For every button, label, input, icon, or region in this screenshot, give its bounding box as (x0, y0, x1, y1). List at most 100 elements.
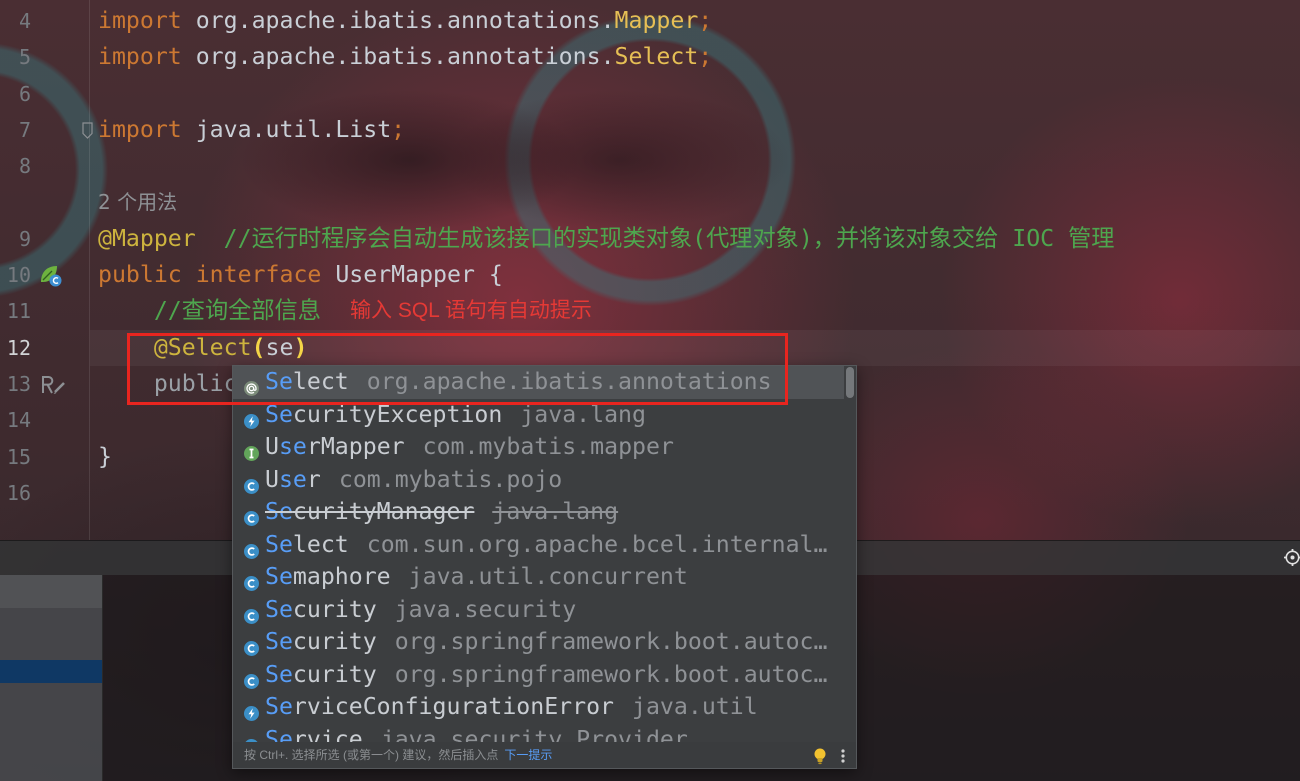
completion-item-package: com.mybatis.pojo (338, 465, 563, 493)
rename-refactoring-icon[interactable] (40, 373, 68, 397)
line-code: import java.util.List; (98, 112, 405, 148)
completion-item-name-match: Se (265, 660, 293, 688)
completion-item-package: java.util.concurrent (408, 563, 688, 590)
completion-item-name: SecurityException java.lang (265, 399, 646, 432)
code-line[interactable]: 9 @Mapper //运行时程序会自动生成该接口的实现类对象(代理对象)，并将该… (0, 221, 1300, 257)
code-token: org.apache.ibatis.annotations. (181, 7, 615, 34)
code-token: } (98, 442, 112, 470)
gear-icon[interactable] (1283, 548, 1300, 567)
completion-item-name: Service java.security.Provider (265, 724, 688, 743)
line-number: 16 (6, 480, 31, 505)
completion-item-package: org.springframework.boot.autoc… (394, 660, 828, 688)
completion-item[interactable]: Security java.security (233, 594, 844, 627)
code-token: import (98, 43, 182, 71)
line-number: 11 (6, 299, 31, 324)
line-code: 2 个用法 (98, 184, 177, 220)
code-token: ) (293, 333, 308, 361)
completion-item-name-match: Se (265, 693, 293, 720)
completion-item-name-match: Se (265, 530, 293, 558)
red-annotation-note: 输入 SQL 语句有自动提示 (350, 299, 592, 322)
code-line[interactable]: 2 个用法 (0, 184, 1300, 220)
code-token: UserMapper { (321, 261, 503, 289)
next-tip-link[interactable]: 下一提示 (504, 748, 552, 762)
completion-item-name: Select com.sun.org.apache.bcel.internal… (265, 529, 827, 562)
completion-item-package: java.lang (520, 400, 646, 428)
completion-item-name-rest: lect (292, 530, 349, 558)
scrollbar-thumb[interactable] (846, 367, 854, 398)
usage-count-hint[interactable]: 2 个用法 (98, 190, 177, 214)
code-token: public interface (98, 261, 322, 289)
completion-item-name-match: se (278, 433, 307, 460)
line-number: 7 (18, 117, 31, 142)
tool-window-sidebar (0, 575, 103, 781)
class-icon (243, 602, 260, 624)
code-token: Mapper (614, 7, 699, 34)
completion-footer: 按 Ctrl+. 选择所选 (或第一个) 建议，然后插入点 下一提示 (233, 742, 856, 768)
code-token: Select (614, 43, 699, 71)
code-line[interactable]: 4 import org.apache.ibatis.annotations.Ma… (0, 3, 1300, 39)
code-line[interactable]: 6 (0, 76, 1300, 112)
line-number: 5 (18, 45, 31, 70)
code-line[interactable]: 10 public interface UserMapper { (0, 257, 1300, 293)
exception-class-icon (243, 407, 260, 429)
code-token: @Mapper (98, 224, 196, 252)
line-number: 12 (6, 335, 31, 360)
completion-item[interactable]: SecurityException java.lang (233, 399, 844, 432)
class-icon (243, 634, 260, 656)
completion-list[interactable]: Select org.apache.ibatis.annotations Secur… (233, 366, 856, 742)
interface-icon (243, 439, 260, 461)
line-code: public (98, 366, 238, 402)
line-code: @Select(se) (98, 330, 308, 366)
completion-popup[interactable]: Select org.apache.ibatis.annotations Secur… (232, 365, 857, 769)
completion-item-name-rest: r (306, 465, 321, 493)
class-icon (243, 732, 260, 742)
completion-item-name-match: Se (265, 628, 293, 655)
completion-item[interactable]: Semaphore java.util.concurrent (233, 561, 844, 594)
completion-item[interactable]: UserMapper com.mybatis.mapper (233, 431, 844, 464)
exception-class-icon (243, 699, 260, 721)
fold-marker-icon[interactable] (82, 122, 93, 139)
completion-item-name-prefix: U (265, 433, 279, 460)
code-token: //查询全部信息 (98, 297, 321, 325)
code-line[interactable]: 11 //查询全部信息 (0, 293, 1300, 329)
completion-item[interactable]: Security org.springframework.boot.autoc… (233, 626, 844, 659)
line-code: @Mapper //运行时程序会自动生成该接口的实现类对象(代理对象)，并将该对… (98, 221, 1114, 257)
code-token: import (98, 115, 182, 143)
code-token: org.apache.ibatis.annotations. (181, 43, 615, 71)
completion-item-package: com.sun.org.apache.bcel.internal… (366, 530, 828, 558)
line-number: 10 (6, 263, 31, 288)
code-line[interactable]: 7 import java.util.List; (0, 112, 1300, 148)
tool-window-sidebar-header (0, 575, 102, 608)
completion-item[interactable]: Service java.security.Provider (233, 724, 844, 743)
more-options-icon[interactable] (839, 747, 847, 765)
completion-item-name-match: Se (265, 400, 293, 428)
completion-item-name-match: Se (265, 368, 293, 395)
completion-item-name-match: Se (265, 595, 293, 623)
completion-item[interactable]: Select com.sun.org.apache.bcel.internal… (233, 529, 844, 562)
completion-item[interactable]: User com.mybatis.pojo (233, 464, 844, 497)
code-line[interactable]: 12 @Select(se) (0, 330, 1300, 366)
code-line[interactable]: 8 (0, 148, 1300, 184)
completion-item-name: Security org.springframework.boot.autoc… (265, 626, 827, 659)
lightbulb-icon[interactable] (812, 747, 828, 765)
line-number: 15 (6, 444, 31, 469)
completion-item-name: Security java.security (265, 594, 576, 627)
completion-item-name-rest: curityManager (292, 498, 475, 525)
completion-item-name-prefix: U (265, 465, 279, 493)
tool-window-selected-row[interactable] (0, 660, 102, 683)
completion-item-package: org.springframework.boot.autoc… (394, 628, 828, 655)
code-line[interactable]: 5 import org.apache.ibatis.annotations.Se… (0, 39, 1300, 75)
completion-item[interactable]: SecurityManager java.lang (233, 496, 844, 529)
completion-item[interactable]: Select org.apache.ibatis.annotations (233, 366, 844, 399)
completion-item-name-rest: maphore (292, 563, 391, 590)
completion-item-package: java.security (394, 595, 577, 623)
completion-scrollbar[interactable] (846, 367, 855, 741)
line-number: 9 (18, 226, 31, 251)
completion-item[interactable]: Security org.springframework.boot.autoc… (233, 659, 844, 692)
spring-bean-icon[interactable] (38, 263, 64, 289)
completion-item[interactable]: ServiceConfigurationError java.util (233, 691, 844, 724)
completion-item-name: SecurityManager java.lang (265, 496, 618, 529)
line-number: 6 (18, 81, 31, 106)
line-number: 8 (18, 154, 31, 179)
line-code: //查询全部信息 (98, 293, 321, 329)
